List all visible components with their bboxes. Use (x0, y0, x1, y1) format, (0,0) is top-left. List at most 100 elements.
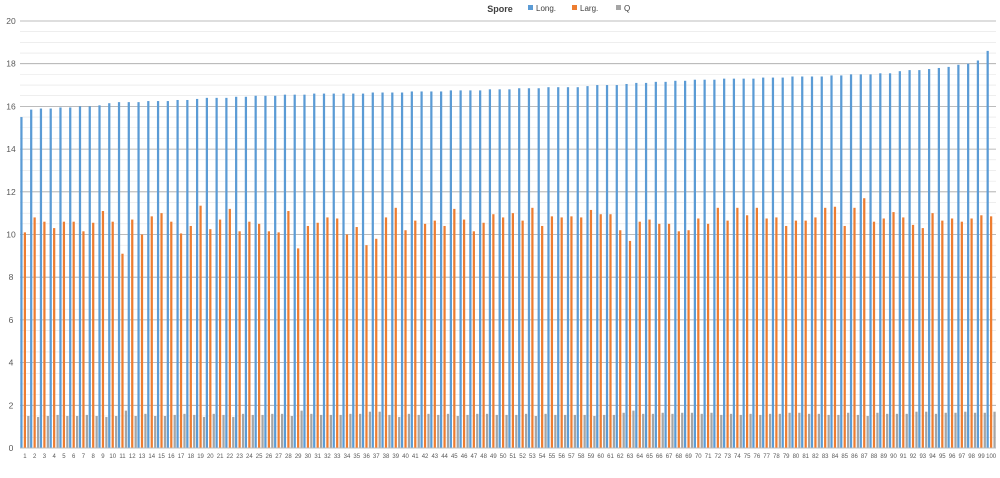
bar-q-71 (710, 412, 713, 448)
bar-larg-26 (267, 231, 270, 448)
bar-q-67 (671, 413, 674, 448)
bar-long-64 (635, 82, 638, 448)
x-tick-label: 6 (72, 454, 76, 460)
bar-q-62 (622, 412, 625, 448)
bar-long-31 (313, 93, 316, 448)
bar-larg-6 (72, 221, 75, 448)
legend-label: Long. (536, 4, 556, 13)
bar-larg-5 (62, 221, 66, 448)
bar-q-97 (964, 411, 967, 448)
bar-long-40 (400, 92, 404, 449)
bar-q-70 (700, 413, 703, 448)
x-tick-label: 70 (695, 454, 702, 460)
bar-larg-89 (882, 218, 885, 448)
bar-q-3 (46, 415, 49, 448)
bar-q-54 (544, 413, 547, 448)
bar-q-87 (866, 415, 869, 448)
x-tick-label: 80 (793, 454, 800, 460)
bar-q-78 (778, 413, 781, 448)
bar-larg-17 (179, 233, 183, 448)
bar-long-65 (644, 82, 648, 448)
bar-larg-30 (306, 225, 310, 448)
bar-q-10 (115, 415, 118, 448)
bar-larg-66 (658, 223, 661, 448)
x-tick-label: 78 (773, 454, 780, 460)
bar-long-35 (352, 93, 355, 448)
bar-larg-63 (628, 240, 632, 448)
bar-larg-18 (189, 225, 192, 448)
bar-long-23 (235, 96, 238, 448)
bar-larg-77 (765, 218, 768, 448)
bar-q-85 (847, 412, 850, 448)
bar-long-69 (683, 80, 687, 448)
bar-long-57 (566, 87, 570, 448)
bar-q-47 (476, 413, 479, 448)
y-tick-label: 6 (9, 315, 14, 325)
x-tick-label: 65 (646, 454, 653, 460)
bar-long-7 (78, 106, 82, 449)
bar-long-37 (371, 92, 374, 449)
bar-larg-16 (170, 221, 173, 448)
bar-q-77 (768, 413, 772, 448)
bar-q-51 (515, 414, 518, 448)
bar-larg-8 (92, 222, 95, 448)
bar-larg-73 (726, 220, 729, 448)
bar-long-45 (449, 90, 452, 448)
bar-larg-96 (950, 218, 954, 448)
bar-q-49 (495, 414, 498, 448)
x-tick-label: 36 (363, 454, 370, 460)
bar-q-2 (36, 417, 40, 448)
bar-q-65 (651, 413, 655, 448)
x-axis: 1 2 3 4 5 6 7 8 9 10 11 12 13 14 15 16 17 18 19 20 21 22 23 24 2… (20, 447, 997, 460)
bar-larg-75 (746, 215, 749, 448)
x-tick-label: 40 (402, 454, 409, 460)
y-tick-label: 14 (6, 144, 16, 154)
bar-larg-84 (833, 206, 837, 448)
x-tick-label: 18 (187, 454, 194, 460)
bar-long-28 (283, 94, 287, 448)
x-tick-label: 75 (744, 454, 751, 460)
bar-q-60 (603, 414, 606, 448)
bar-larg-72 (716, 207, 719, 448)
bar-larg-21 (218, 219, 222, 448)
x-tick-label: 71 (705, 454, 712, 460)
x-tick-label: 35 (353, 454, 360, 460)
bar-long-79 (781, 77, 784, 448)
bar-q-63 (632, 410, 635, 448)
bar-larg-37 (375, 238, 378, 448)
bar-long-87 (859, 74, 862, 449)
bar-long-29 (293, 94, 296, 448)
x-tick-label: 94 (929, 454, 936, 460)
x-tick-label: 25 (256, 454, 263, 460)
bar-q-75 (749, 413, 752, 448)
bar-larg-27 (277, 232, 280, 448)
x-tick-label: 7 (82, 454, 86, 460)
x-tick-label: 44 (441, 454, 448, 460)
bar-larg-12 (131, 219, 134, 448)
x-tick-label: 46 (461, 454, 468, 460)
legend-swatch (528, 5, 533, 10)
bar-long-14 (147, 101, 150, 448)
bar-long-90 (888, 73, 892, 448)
bar-long-16 (166, 101, 169, 448)
bar-long-49 (488, 89, 492, 448)
bar-long-3 (39, 108, 43, 448)
y-tick-label: 8 (9, 272, 14, 282)
x-tick-label: 41 (412, 454, 419, 460)
bar-q-15 (163, 415, 167, 448)
bar-q-80 (798, 412, 801, 448)
bar-larg-92 (911, 224, 915, 448)
bar-long-21 (215, 97, 218, 449)
bar-larg-41 (414, 220, 417, 448)
x-tick-label: 10 (109, 454, 116, 460)
bar-q-100 (993, 411, 996, 448)
bar-larg-91 (902, 217, 905, 448)
bar-q-11 (124, 410, 128, 448)
x-tick-label: 56 (558, 454, 565, 460)
bar-q-23 (241, 413, 245, 448)
bar-larg-69 (687, 230, 690, 448)
bar-larg-74 (736, 207, 739, 448)
bar-long-6 (69, 107, 72, 448)
bar-larg-40 (404, 230, 407, 448)
x-tick-label: 61 (607, 454, 614, 460)
